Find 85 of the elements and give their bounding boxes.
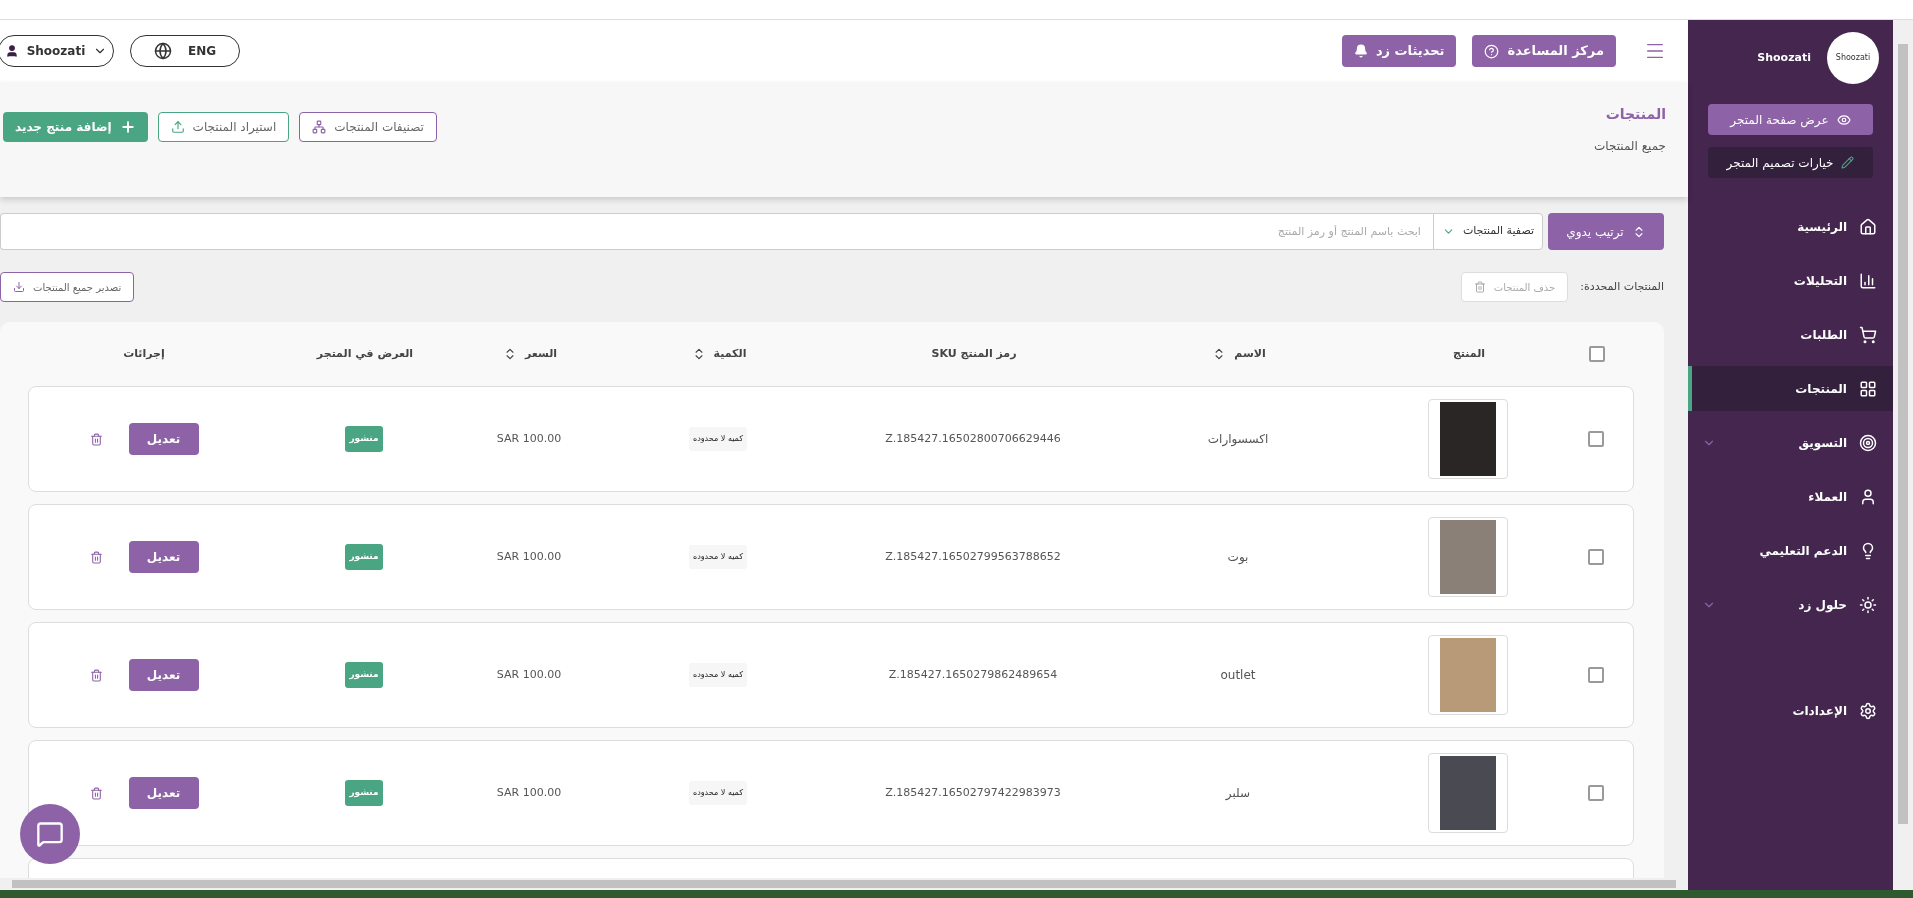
download-icon [13, 281, 25, 293]
selected-products-label: المنتجات المحددة: [1580, 278, 1664, 295]
published-badge: منشور [345, 662, 383, 688]
nav-item[interactable]: الدعم التعليمي [1688, 528, 1893, 573]
trash-icon[interactable] [89, 550, 103, 564]
store-name: Shoozati [1757, 49, 1811, 66]
help-center-button[interactable]: مركز المساعدة [1472, 35, 1616, 67]
nav-item[interactable]: الطلبات [1688, 312, 1893, 357]
sku-text: Z.185427.1650279862489654 [888, 666, 1058, 683]
bell-icon [1353, 44, 1368, 58]
product-name: سلبر [1225, 785, 1251, 802]
updates-button[interactable]: تحديثات زد [1341, 35, 1457, 67]
column-header[interactable]: الكمية [691, 345, 747, 363]
product-name: outlet [1220, 667, 1256, 684]
language-button[interactable]: ENG [130, 35, 240, 67]
quantity-tag: كميه لا محدوده [688, 781, 748, 805]
price-text: SAR 100.00 [496, 430, 562, 447]
column-header: العرض في المتجر [316, 345, 414, 362]
eye-icon [1836, 112, 1851, 127]
checkbox[interactable] [1588, 431, 1604, 447]
target-icon [1859, 433, 1877, 452]
edit-button[interactable]: تعديل [128, 777, 199, 809]
nav-item[interactable]: التحليلات [1688, 258, 1893, 303]
pencil-icon [1841, 156, 1855, 169]
home-icon [1859, 217, 1877, 236]
product-name: بوت [1227, 549, 1249, 566]
column-header: رمز المنتج SKU [931, 345, 1017, 362]
published-badge: منشور [345, 780, 383, 806]
store-logo: Shoozati [1827, 32, 1879, 84]
globe-icon [153, 42, 172, 60]
edit-button[interactable]: تعديل [128, 423, 199, 455]
trash-icon [1473, 281, 1486, 293]
trash-icon[interactable] [89, 432, 103, 446]
nav-item[interactable]: حلول زد [1688, 582, 1893, 627]
edit-button[interactable]: تعديل [128, 659, 199, 691]
nav-item[interactable]: العملاء [1688, 474, 1893, 519]
checkbox[interactable] [1589, 346, 1605, 362]
sku-text: Z.185427.16502800706629446 [885, 430, 1061, 447]
export-products-button[interactable]: تصدير جميع المنتجات [0, 272, 135, 302]
view-store-button[interactable]: عرض صفحة المتجر [1708, 104, 1873, 135]
quantity-tag: كميه لا محدوده [688, 663, 748, 687]
account-dropdown[interactable]: Shoozati [0, 35, 114, 67]
person-icon [4, 44, 19, 58]
checkbox[interactable] [1588, 667, 1604, 683]
categories-button[interactable]: تصنيفات المنتجات [299, 112, 437, 142]
plus-icon [119, 119, 136, 135]
nav-item[interactable]: التسويق [1688, 420, 1893, 465]
checkbox[interactable] [1588, 785, 1604, 801]
trash-icon[interactable] [89, 786, 103, 800]
grid-icon [1859, 379, 1877, 398]
chat-icon [36, 820, 64, 848]
sort-button[interactable]: ترتيب يدوي [1548, 213, 1664, 250]
nav-item[interactable]: الرئيسية [1688, 204, 1893, 249]
checkbox[interactable] [1588, 549, 1604, 565]
published-badge: منشور [345, 544, 383, 570]
settings-icon [1859, 701, 1877, 720]
column-header: إجرائات [123, 345, 165, 362]
column-header: المنتج [1452, 345, 1486, 362]
breadcrumb: جميع المنتجات [1593, 138, 1666, 155]
upload-icon [170, 120, 185, 134]
product-name: اكسسوارات [1207, 431, 1269, 448]
bar-chart-icon [1859, 271, 1877, 290]
import-products-button[interactable]: استيراد المنتجات [157, 112, 290, 142]
cart-icon [1859, 325, 1877, 344]
sku-text: Z.185427.16502797422983973 [885, 784, 1061, 801]
nav-item[interactable]: المنتجات [1688, 366, 1893, 411]
hierarchy-icon [312, 120, 327, 134]
nav-item[interactable]: الإعدادات [1688, 688, 1893, 733]
price-text: SAR 100.00 [496, 548, 562, 565]
person-icon [1859, 487, 1877, 506]
sun-icon [1859, 595, 1877, 614]
help-icon [1484, 43, 1500, 59]
price-text: SAR 100.00 [496, 784, 562, 801]
sku-text: Z.185427.16502799563788652 [885, 548, 1061, 565]
quantity-tag: كميه لا محدوده [688, 545, 748, 569]
edit-button[interactable]: تعديل [128, 541, 199, 573]
filter-dropdown[interactable]: تصفية المنتجات [1432, 213, 1543, 250]
published-badge: منشور [345, 426, 383, 452]
price-text: SAR 100.00 [496, 666, 562, 683]
page-title: المنتجات [1604, 105, 1666, 124]
quantity-tag: كميه لا محدوده [688, 427, 748, 451]
column-header[interactable]: السعر [502, 345, 558, 363]
trash-icon[interactable] [89, 668, 103, 682]
column-header[interactable]: الاسم [1212, 345, 1266, 363]
store-design-button[interactable]: خيارات تصميم المتجر [1708, 147, 1873, 178]
